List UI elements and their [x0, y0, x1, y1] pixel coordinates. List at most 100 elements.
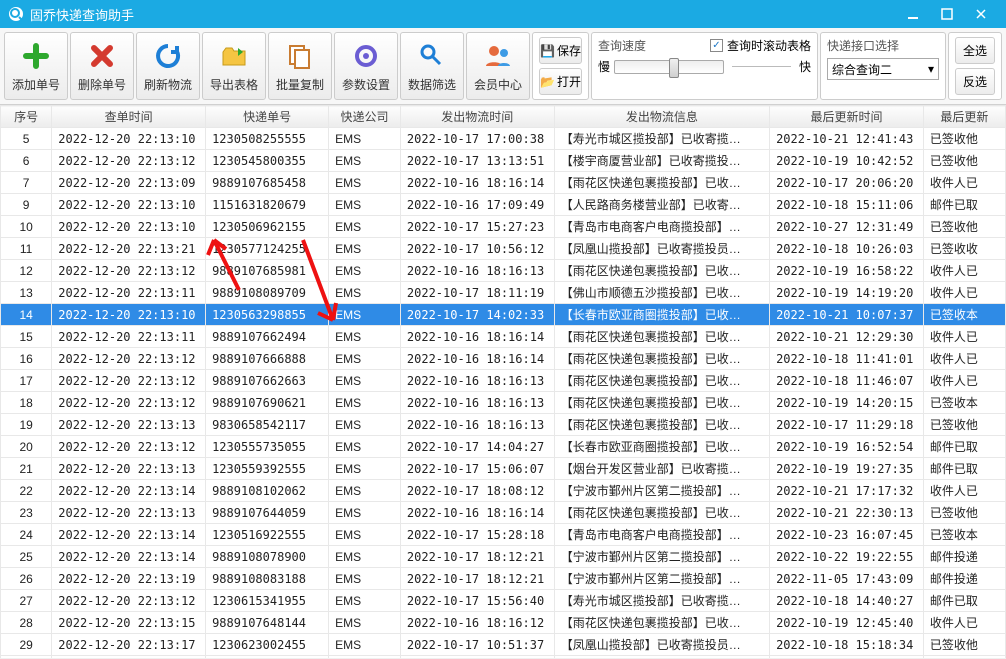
- table-row[interactable]: 282022-12-20 22:13:159889107648144EMS202…: [1, 612, 1006, 634]
- col-company[interactable]: 快递公司: [329, 106, 401, 128]
- cell: 【长春市欧亚商圈揽投部】已收…: [554, 304, 769, 326]
- cell: 19: [1, 414, 52, 436]
- cell: 2022-10-20 16:11:08: [770, 656, 924, 659]
- col-seq[interactable]: 序号: [1, 106, 52, 128]
- cell: 11: [1, 238, 52, 260]
- cell: 2022-10-21 17:17:32: [770, 480, 924, 502]
- table-row[interactable]: 62022-12-20 22:13:121230545800355EMS2022…: [1, 150, 1006, 172]
- cell: 9889108083188: [206, 568, 329, 590]
- member-label: 会员中心: [474, 76, 522, 93]
- table-row[interactable]: 132022-12-20 22:13:119889108089709EMS202…: [1, 282, 1006, 304]
- slider-thumb[interactable]: [669, 58, 679, 78]
- cell: 收件人已: [923, 348, 1005, 370]
- cell: 2022-12-20 22:13:10: [52, 194, 206, 216]
- scroll-checkbox[interactable]: ✓ 查询时滚动表格: [710, 37, 811, 54]
- col-ship-info[interactable]: 发出物流信息: [554, 106, 769, 128]
- member-button[interactable]: 会员中心: [466, 32, 530, 100]
- open-button[interactable]: 📂 打开: [539, 68, 582, 95]
- cell: 【凤凰山揽投部】已收寄揽投员…: [554, 634, 769, 656]
- table-row[interactable]: 72022-12-20 22:13:099889107685458EMS2022…: [1, 172, 1006, 194]
- cell: EMS: [329, 502, 401, 524]
- cell: 2022-10-17 14:02:33: [400, 304, 554, 326]
- filter-icon: [416, 40, 448, 72]
- table-row[interactable]: 182022-12-20 22:13:129889107690621EMS202…: [1, 392, 1006, 414]
- select-all-button[interactable]: 全选: [955, 37, 995, 64]
- table-row[interactable]: 232022-12-20 22:13:139889107644059EMS202…: [1, 502, 1006, 524]
- add-button[interactable]: 添加单号: [4, 32, 68, 100]
- table-row[interactable]: 192022-12-20 22:13:139830658542117EMS202…: [1, 414, 1006, 436]
- cell: 2022-12-20 22:13:14: [52, 480, 206, 502]
- table-row[interactable]: 52022-12-20 22:13:101230508255555EMS2022…: [1, 128, 1006, 150]
- table-row[interactable]: 242022-12-20 22:13:141230516922555EMS202…: [1, 524, 1006, 546]
- save-label: 保存: [557, 42, 581, 59]
- batch-copy-button[interactable]: 批量复制: [268, 32, 332, 100]
- cell: 13: [1, 282, 52, 304]
- cell: 2022-12-20 22:13:12: [52, 260, 206, 282]
- cell: 2022-10-18 15:11:06: [770, 194, 924, 216]
- interface-combo[interactable]: 综合查询二 ▾: [827, 58, 939, 80]
- cell: 2022-10-19 16:52:54: [770, 436, 924, 458]
- cell: 【长春市欧亚商圈揽投部】已收…: [554, 436, 769, 458]
- table-row[interactable]: 202022-12-20 22:13:121230555735055EMS202…: [1, 436, 1006, 458]
- minimize-button[interactable]: [896, 0, 930, 28]
- cell: 【雨花区快递包裹揽投部】已收…: [554, 348, 769, 370]
- cell: 9889107662663: [206, 370, 329, 392]
- cell: 2022-10-17 15:56:40: [400, 590, 554, 612]
- filter-button[interactable]: 数据筛选: [400, 32, 464, 100]
- maximize-button[interactable]: [930, 0, 964, 28]
- cell: 收件人已: [923, 480, 1005, 502]
- table-row[interactable]: 122022-12-20 22:13:129889107685981EMS202…: [1, 260, 1006, 282]
- col-query-time[interactable]: 查单时间: [52, 106, 206, 128]
- refresh-button[interactable]: 刷新物流: [136, 32, 200, 100]
- cell: 2022-10-17 18:12:21: [400, 546, 554, 568]
- close-button[interactable]: [964, 0, 998, 28]
- delete-button[interactable]: 删除单号: [70, 32, 134, 100]
- disk-icon: 💾: [540, 44, 555, 58]
- folder-export-icon: [218, 40, 250, 72]
- cell: EMS: [329, 260, 401, 282]
- cell: 【雨花区快递包裹揽投部】已收…: [554, 326, 769, 348]
- table-row[interactable]: 302022-12-20 22:13:141230632161455EMS202…: [1, 656, 1006, 659]
- table-row[interactable]: 292022-12-20 22:13:171230623002455EMS202…: [1, 634, 1006, 656]
- table-row[interactable]: 112022-12-20 22:13:211230577124255EMS202…: [1, 238, 1006, 260]
- chevron-down-icon: ▾: [928, 62, 934, 76]
- table-row[interactable]: 92022-12-20 22:13:101151631820679EMS2022…: [1, 194, 1006, 216]
- cell: 2022-10-18 11:41:01: [770, 348, 924, 370]
- col-last-time[interactable]: 最后更新时间: [770, 106, 924, 128]
- speed-slider[interactable]: [614, 60, 724, 74]
- fast-label: 快: [799, 58, 811, 75]
- refresh-icon: [152, 40, 184, 72]
- col-last-info[interactable]: 最后更新: [923, 106, 1005, 128]
- table-row[interactable]: 272022-12-20 22:13:121230615341955EMS202…: [1, 590, 1006, 612]
- cell: 【雨花区快递包裹揽投部】已收…: [554, 414, 769, 436]
- table-row[interactable]: 152022-12-20 22:13:119889107662494EMS202…: [1, 326, 1006, 348]
- table-row[interactable]: 222022-12-20 22:13:149889108102062EMS202…: [1, 480, 1006, 502]
- invert-select-button[interactable]: 反选: [955, 68, 995, 95]
- cell: 2022-12-20 22:13:21: [52, 238, 206, 260]
- table-row[interactable]: 252022-12-20 22:13:149889108078900EMS202…: [1, 546, 1006, 568]
- params-button[interactable]: 参数设置: [334, 32, 398, 100]
- save-button[interactable]: 💾 保存: [539, 37, 582, 64]
- col-tracking-no[interactable]: 快递单号: [206, 106, 329, 128]
- cell: 10: [1, 216, 52, 238]
- table-row[interactable]: 162022-12-20 22:13:129889107666888EMS202…: [1, 348, 1006, 370]
- export-button[interactable]: 导出表格: [202, 32, 266, 100]
- table-row[interactable]: 142022-12-20 22:13:101230563298855EMS202…: [1, 304, 1006, 326]
- table-row[interactable]: 212022-12-20 22:13:131230559392555EMS202…: [1, 458, 1006, 480]
- cell: 20: [1, 436, 52, 458]
- table-row[interactable]: 262022-12-20 22:13:199889108083188EMS202…: [1, 568, 1006, 590]
- cell: 7: [1, 172, 52, 194]
- cell: 2022-10-19 14:20:15: [770, 392, 924, 414]
- cell: 1230632161455: [206, 656, 329, 659]
- cell: 已签收本: [923, 392, 1005, 414]
- data-grid[interactable]: 序号 查单时间 快递单号 快递公司 发出物流时间 发出物流信息 最后更新时间 最…: [0, 105, 1006, 658]
- cell: 1230577124255: [206, 238, 329, 260]
- cell: 【宁波市鄞州片区第二揽投部】…: [554, 546, 769, 568]
- toolbar: 添加单号 删除单号 刷新物流 导出表格 批量复制 参数设置 数据筛选 会员中心 …: [0, 28, 1006, 105]
- table-row[interactable]: 102022-12-20 22:13:101230506962155EMS202…: [1, 216, 1006, 238]
- gear-icon: [350, 40, 382, 72]
- col-ship-time[interactable]: 发出物流时间: [400, 106, 554, 128]
- cell: 2022-10-16 18:16:14: [400, 326, 554, 348]
- cell: 15: [1, 326, 52, 348]
- table-row[interactable]: 172022-12-20 22:13:129889107662663EMS202…: [1, 370, 1006, 392]
